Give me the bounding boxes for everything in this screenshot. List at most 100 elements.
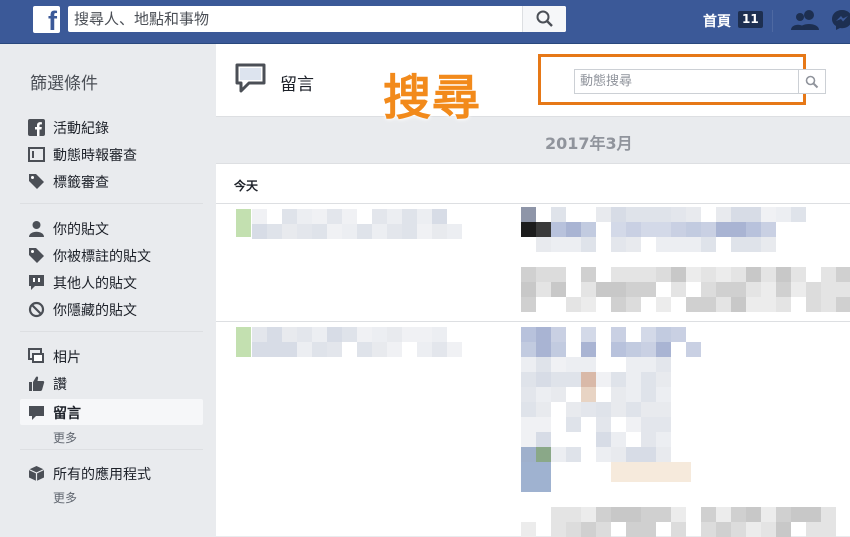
sidebar-item-label: 讚	[53, 377, 67, 393]
pixel-block	[312, 209, 327, 224]
pixel-block	[357, 327, 372, 342]
pixel-block	[342, 327, 357, 342]
pixel-block	[701, 297, 716, 312]
pixel-block	[536, 357, 551, 372]
sidebar-title: 篩選條件	[30, 74, 98, 94]
pixel-block	[521, 387, 536, 402]
pixel-block	[656, 297, 671, 312]
sidebar-item-tag-review[interactable]: 標籤審查	[20, 168, 203, 194]
pixel-block	[656, 507, 671, 522]
sidebar-item-all-apps[interactable]: 所有的應用程式	[20, 460, 203, 486]
pixel-block	[686, 342, 701, 357]
sidebar-item-likes[interactable]: 讚	[20, 370, 203, 396]
pixel-block	[521, 267, 536, 282]
pixel-block	[656, 327, 671, 342]
pixel-block	[566, 417, 581, 432]
facebook-logo[interactable]: f	[33, 6, 60, 33]
pixel-block	[581, 237, 596, 252]
pixel-block	[417, 342, 432, 357]
sidebar-more-link[interactable]: 更多	[53, 489, 77, 506]
pixel-block	[596, 372, 611, 387]
pixel-block	[836, 267, 850, 282]
comment-icon	[29, 406, 44, 420]
pixel-block	[581, 342, 596, 357]
pixel-block	[521, 357, 536, 372]
pixel-block	[252, 327, 267, 342]
sidebar-item-timeline-review[interactable]: 動態時報審查	[20, 141, 203, 167]
search-annotation: 搜尋	[383, 70, 482, 126]
sidebar-item-label: 你的貼文	[53, 222, 109, 238]
pixel-block	[372, 327, 387, 342]
sidebar-item-others-posts[interactable]: 其他人的貼文	[20, 269, 203, 295]
like-icon	[29, 376, 45, 391]
activity-header: 留言	[216, 44, 850, 117]
sidebar-item-tagged-posts[interactable]: 你被標註的貼文	[20, 242, 203, 268]
pixel-block	[611, 342, 626, 357]
page-title: 留言	[280, 75, 314, 95]
pixel-block	[611, 507, 626, 522]
pixel-block	[671, 282, 686, 297]
pixel-block	[236, 327, 251, 357]
sidebar-item-label: 留言	[53, 406, 81, 422]
global-search-input[interactable]	[74, 6, 514, 32]
pixel-block	[521, 462, 551, 492]
pixel-block	[581, 222, 596, 237]
pixel-block	[566, 237, 581, 252]
pixel-block	[776, 507, 791, 522]
pixel-block	[641, 387, 656, 402]
home-notification-badge: 11	[738, 11, 763, 28]
activity-search-button[interactable]	[798, 70, 825, 93]
pixel-block	[521, 417, 536, 432]
pixel-block	[686, 267, 701, 282]
pixel-block	[342, 224, 357, 239]
nav-divider	[772, 10, 773, 32]
pixel-block	[611, 327, 626, 342]
pixel-block	[342, 209, 357, 224]
pixel-block	[716, 297, 731, 312]
pixel-block	[611, 372, 626, 387]
pixel-block	[566, 447, 581, 462]
sidebar-item-photos[interactable]: 相片	[20, 343, 203, 369]
pixel-block	[521, 342, 536, 357]
pixel-block	[641, 282, 656, 297]
pixel-block	[551, 222, 566, 237]
pixel-block	[656, 432, 671, 447]
global-search-button[interactable]	[522, 6, 566, 32]
sidebar-item-activity-log[interactable]: 活動紀錄	[20, 114, 203, 140]
home-link[interactable]: 首頁	[703, 11, 731, 31]
pixel-block	[611, 237, 626, 252]
pixel-block	[252, 224, 267, 239]
pixel-block	[596, 207, 611, 222]
pixel-block	[656, 267, 671, 282]
tag-icon	[29, 248, 44, 263]
pixel-block	[656, 357, 671, 372]
sidebar-item-comments[interactable]: 留言	[20, 399, 203, 425]
sidebar-item-label: 所有的應用程式	[53, 467, 151, 483]
pixel-block	[746, 297, 761, 312]
pixel-block	[626, 342, 641, 357]
pixel-block	[806, 282, 821, 297]
pixel-block	[761, 297, 776, 312]
pixel-block	[596, 402, 611, 417]
pixel-block	[641, 372, 656, 387]
pixel-block	[626, 207, 641, 222]
pixel-block	[297, 342, 312, 357]
pixel-block	[641, 402, 656, 417]
pixel-block	[282, 342, 297, 357]
messenger-icon[interactable]	[832, 9, 850, 31]
sidebar-item-hidden-posts[interactable]: 你隱藏的貼文	[20, 296, 203, 322]
activity-search	[574, 69, 826, 94]
pixel-block	[791, 282, 806, 297]
sidebar-more-link[interactable]: 更多	[53, 429, 77, 446]
friends-icon[interactable]	[791, 9, 819, 31]
pixel-block	[656, 417, 671, 432]
pixel-block	[611, 297, 626, 312]
pixel-block	[312, 327, 327, 342]
pixel-block	[611, 282, 626, 297]
pixel-block	[716, 207, 731, 222]
pixel-block	[761, 282, 776, 297]
activity-search-input[interactable]	[580, 72, 795, 91]
comment-icon	[235, 63, 266, 93]
photos-icon	[28, 348, 44, 363]
sidebar-item-your-posts[interactable]: 你的貼文	[20, 215, 203, 241]
